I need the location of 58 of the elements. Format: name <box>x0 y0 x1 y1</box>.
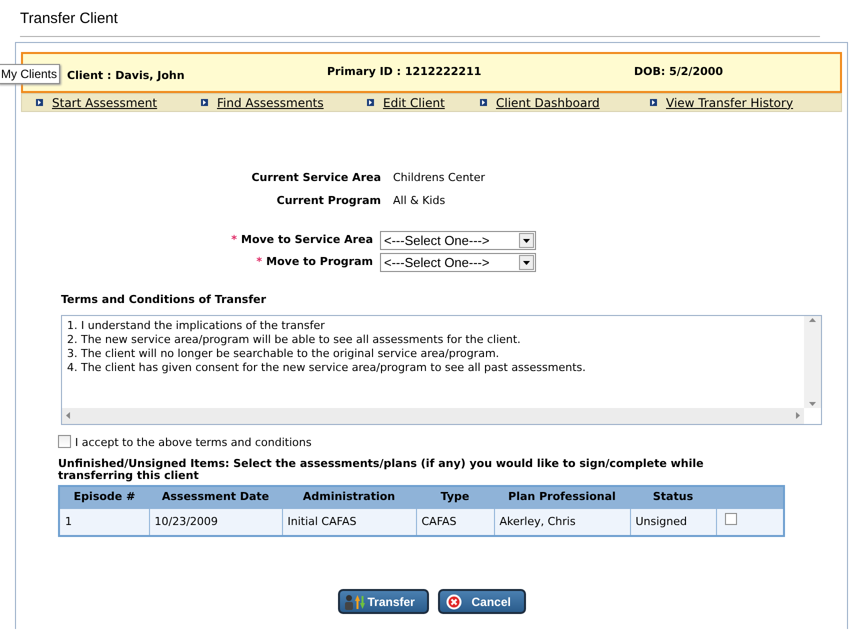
table-cell: 10/23/2009 <box>149 508 282 536</box>
table-cell: 1 <box>59 508 149 536</box>
column-header: Assessment Date <box>149 486 282 508</box>
field-label: Current Service Area <box>250 170 381 186</box>
dropdown-arrow-icon[interactable] <box>523 260 530 264</box>
required-mark: * <box>256 254 262 270</box>
vertical-scrollbar[interactable] <box>804 316 821 408</box>
bullet-icon <box>36 99 43 106</box>
cancel-button[interactable]: Cancel <box>438 589 526 614</box>
table-cell: Initial CAFAS <box>282 508 416 536</box>
select-dropdown[interactable]: <---Select One---> <box>380 231 536 250</box>
accept-checkbox[interactable] <box>58 434 71 448</box>
bullet-icon <box>480 99 487 106</box>
bullet-icon <box>201 99 208 106</box>
bullet-icon <box>650 99 657 106</box>
column-header: Administration <box>282 486 416 508</box>
column-header: Status <box>630 486 716 508</box>
field-value: All & Kids <box>393 192 446 208</box>
terms-line: 3. The client will no longer be searchable to the original service area/program. <box>67 346 500 360</box>
people-arrows-icon <box>342 592 364 610</box>
scroll-up-icon[interactable] <box>809 318 816 322</box>
scroll-left-icon[interactable] <box>66 412 70 419</box>
nav-link[interactable]: Start Assessment <box>52 94 158 112</box>
scroll-right-icon[interactable] <box>796 412 800 419</box>
dropdown-arrow-icon[interactable] <box>523 238 530 242</box>
window-title: Transfer Client <box>20 9 118 29</box>
cancel-icon <box>446 594 462 610</box>
terms-text-area[interactable] <box>61 314 822 424</box>
scroll-down-icon[interactable] <box>809 402 816 406</box>
field-label: Move to Service Area <box>241 232 373 248</box>
client-name: Client : Davis, John <box>67 68 186 84</box>
required-mark: * <box>231 232 237 248</box>
terms-line: 1. I understand the implications of the transfer <box>67 318 326 332</box>
column-header: Episode # <box>59 486 149 508</box>
nav-link[interactable]: Find Assessments <box>217 94 324 112</box>
field-label: Current Program <box>276 192 381 208</box>
tooltip: My Clients <box>0 64 60 84</box>
section-heading: Unfinished/Unsigned Items: Select the assessments/plans (if any) you would like to sign/complete while transferring this client <box>58 458 705 482</box>
section-heading: Terms and Conditions of Transfer <box>61 292 267 308</box>
nav-link[interactable]: View Transfer History <box>666 94 794 112</box>
terms-line: 2. The new service area/program will be able to see all assessments for the client. <box>67 332 522 346</box>
field-value: Childrens Center <box>393 170 486 186</box>
row-checkbox[interactable] <box>724 513 736 525</box>
nav-link[interactable]: Client Dashboard <box>496 94 600 112</box>
transfer-button[interactable]: Transfer <box>338 589 428 614</box>
nav-link[interactable]: Edit Client <box>383 94 445 112</box>
column-header: Plan Professional <box>494 486 630 508</box>
terms-line: 4. The client has given consent for the new service area/program to see all past assessments. <box>67 360 587 374</box>
accept-label: I accept to the above terms and conditions <box>75 434 312 450</box>
primary-id: Primary ID : 1212222211 <box>327 64 482 80</box>
table-cell: Unsigned <box>630 508 716 536</box>
select-dropdown[interactable]: <---Select One---> <box>380 253 536 272</box>
column-header: Type <box>416 486 494 508</box>
table-cell: Akerley, Chris <box>494 508 630 536</box>
table-cell: CAFAS <box>416 508 494 536</box>
bullet-icon <box>367 99 374 106</box>
field-label: Move to Program <box>266 254 373 270</box>
date-of-birth: DOB: 5/2/2000 <box>634 64 724 80</box>
